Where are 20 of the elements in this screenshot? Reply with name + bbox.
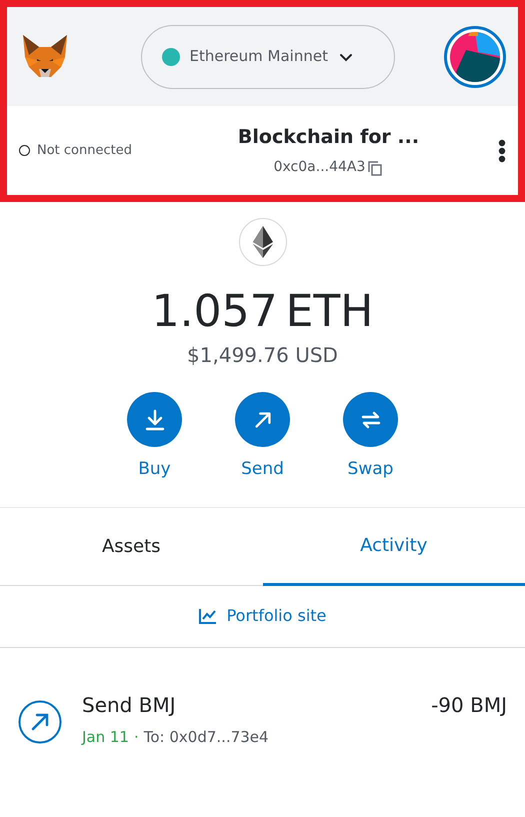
portfolio-link[interactable]: Portfolio site [198,604,326,628]
tab[interactable]: Activity [262,508,525,586]
activity-recipient: To: 0x0d7...73e4 [144,726,269,748]
separator-dot: · [134,726,139,748]
network-selector[interactable]: Ethereum Mainnet [140,24,394,88]
account-address: 0xc0a...44A3 [274,158,366,178]
line-chart-icon [198,608,217,624]
copy-icon[interactable] [367,160,384,176]
connection-status: Not connected [37,142,132,160]
fiat-balance: $1,499.76 USD [187,342,338,369]
account-name[interactable]: Blockchain for ... [238,122,420,152]
activity-date: Jan 11 [82,726,129,748]
arrow-up-right-icon [18,700,62,744]
ethereum-icon [238,218,286,266]
activity-amount: -90 BMJ [431,692,507,718]
balance-amount: 1.057 [152,285,278,339]
activity-title: Send BMJ [82,692,177,718]
tab[interactable]: Assets [0,508,262,586]
balance-unit: ETH [286,285,374,339]
more-options-icon[interactable] [498,138,506,162]
